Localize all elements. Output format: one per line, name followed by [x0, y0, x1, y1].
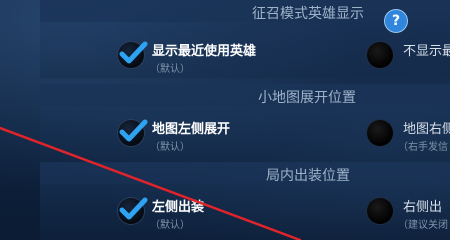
- radio-equip-right[interactable]: [367, 198, 393, 224]
- option-sub-label: （建议关闭: [398, 220, 448, 231]
- option-label[interactable]: 地图左侧展开: [152, 118, 230, 137]
- option-sub-label: （默认）: [150, 64, 190, 75]
- checkmark-icon: [119, 197, 148, 220]
- option-label[interactable]: 右侧出: [403, 196, 442, 215]
- option-sub-label: （默认）: [150, 142, 190, 153]
- checkmark-icon: [119, 119, 148, 142]
- option-label[interactable]: 地图右侧: [403, 118, 450, 137]
- radio-hide-recent[interactable]: [367, 42, 393, 68]
- section-title: 征召模式英雄显示: [252, 6, 364, 22]
- option-label[interactable]: 左侧出装: [152, 196, 204, 215]
- checkmark-icon: [119, 41, 148, 64]
- option-label[interactable]: 显示最近使用英雄: [152, 40, 256, 59]
- option-sub-label: （右手发信: [398, 142, 448, 153]
- help-icon[interactable]: ?: [384, 9, 408, 33]
- section-title: 小地图展开位置: [258, 90, 356, 106]
- section-title: 局内出装位置: [266, 168, 350, 184]
- option-label[interactable]: 不显示最: [403, 40, 450, 59]
- checkbox-minimap-left[interactable]: [118, 119, 148, 146]
- radio-minimap-right[interactable]: [367, 120, 393, 146]
- checkbox-equip-left[interactable]: [118, 197, 148, 224]
- checkbox-recent-heroes[interactable]: [118, 41, 148, 68]
- option-sub-label: （默认）: [150, 220, 190, 231]
